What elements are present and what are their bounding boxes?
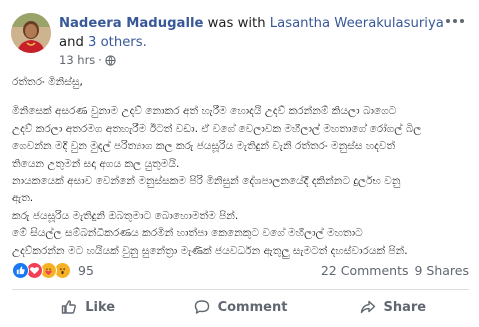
and-text: and — [59, 35, 84, 50]
like-label: Like — [85, 299, 116, 315]
share-button[interactable]: Share — [317, 291, 469, 323]
reaction-icons[interactable] — [12, 261, 71, 279]
avatar-image — [11, 13, 51, 53]
action-bar: Like Comment Share — [12, 291, 469, 323]
post-line: කරු ජයසූරිය මැතිදුනි ඔබතුමාට බොහොමත්ම පි… — [12, 209, 239, 222]
post-text: රත්තරං මිනිස්සු, මිනිසෙක් අසරණ වුනාම උදව… — [12, 74, 472, 260]
like-icon — [12, 261, 29, 279]
post-header: Nadeera Madugalle was with Lasantha Weer… — [59, 14, 449, 52]
post-line: උදව්කරන්න මට හයියක් වුනු සුනේත්‍රා මැණික… — [12, 244, 408, 257]
share-label: Share — [383, 299, 427, 315]
post-line: මිනිසෙක් අසරණ වුනාම උදව් නොකර අත් හැරීම … — [12, 105, 397, 118]
post-card: Nadeera Madugalle was with Lasantha Weer… — [0, 0, 479, 327]
comment-button[interactable]: Comment — [164, 291, 316, 323]
shares-count[interactable]: 9 Shares — [414, 263, 469, 278]
like-button[interactable]: Like — [12, 291, 164, 323]
comments-count[interactable]: 22 Comments — [321, 263, 409, 278]
reaction-count[interactable]: 95 — [78, 263, 94, 278]
post-line: ඇත. — [12, 192, 34, 205]
author-avatar[interactable] — [11, 13, 51, 53]
post-line: මේ සියල්ල සම්බන්ධීකරණය කරමින් හාත්පා කෙන… — [12, 227, 363, 240]
post-line: රත්තරං මිනිස්සු, — [12, 76, 83, 88]
comment-icon — [194, 300, 209, 314]
comment-label: Comment — [217, 299, 288, 315]
engagement-stats: 22 Comments 9 Shares — [321, 263, 469, 278]
more-options-icon[interactable] — [443, 12, 467, 30]
actions-divider — [12, 289, 469, 290]
thumbs-up-icon — [62, 300, 77, 314]
post-line: ගෙවන්න මදි වුන මුදල් පරිත්‍යාග කල කරු ජය… — [12, 140, 396, 153]
with-text: was with — [207, 16, 266, 31]
post-line: තියෙන උතුමන් සදා අගය කල යුතුමයි. — [12, 157, 180, 170]
tagged-person[interactable]: Lasantha Weerakulasuriya — [270, 16, 444, 31]
post-line: නායකයෙක් අසාව වෙන්නේ මනුස්සකම පිරි මිනිස… — [12, 175, 401, 188]
tagged-others[interactable]: 3 others. — [88, 35, 147, 50]
reactions-bar: 95 22 Comments 9 Shares — [12, 259, 469, 281]
globe-icon[interactable] — [105, 54, 116, 66]
post-time[interactable]: 13 hrs — [59, 53, 95, 67]
post-meta: 13 hrs · — [59, 52, 116, 68]
share-arrow-icon — [360, 300, 375, 314]
post-line: උදව් කරලා අතරමග අතහැරීම ඊටත් වඩා. ඒ වගේ … — [12, 122, 422, 135]
author-name[interactable]: Nadeera Madugalle — [59, 16, 203, 31]
meta-separator: · — [98, 53, 102, 67]
